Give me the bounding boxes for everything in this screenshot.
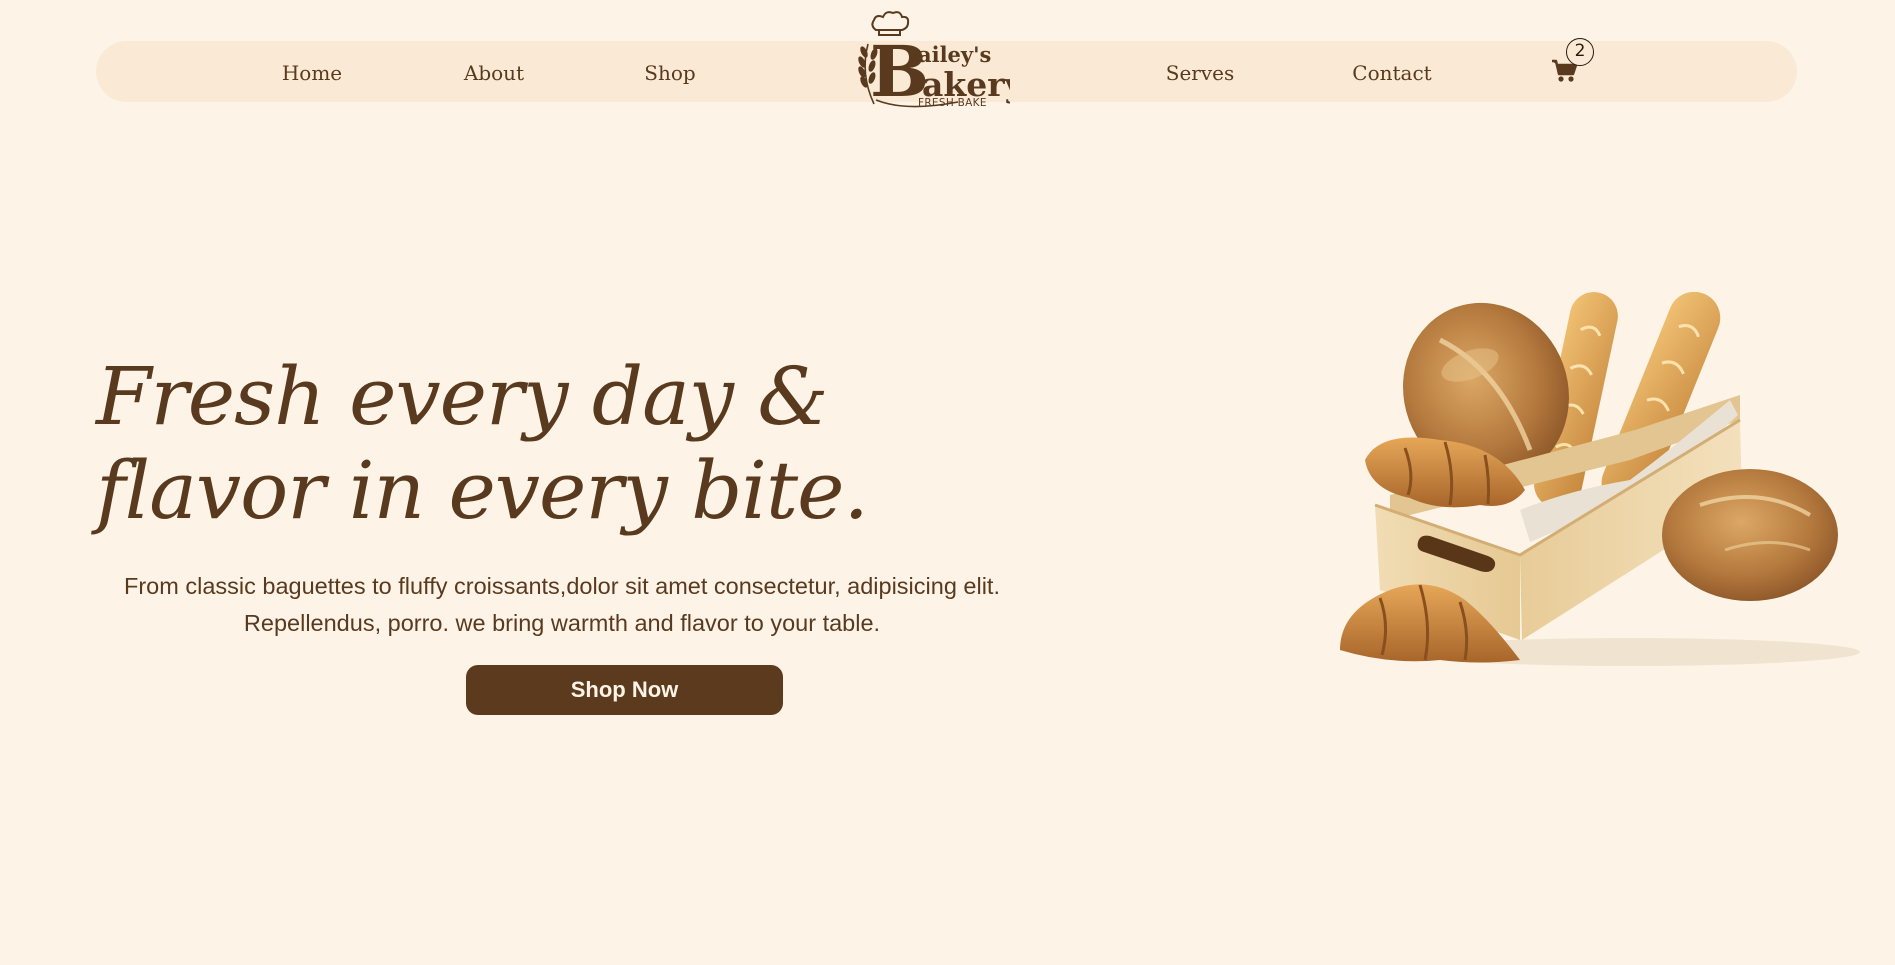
hero-title: Fresh every day & flavor in every bite. [96,350,869,537]
logo-tagline: FRESH BAKE [918,97,987,109]
nav-serves-link[interactable]: Serves [1166,59,1235,87]
hero-description: From classic baguettes to fluffy croissa… [124,573,1000,636]
shop-now-button[interactable]: Shop Now [466,665,783,715]
bread-crate-image [1340,291,1860,666]
round-bread-loaf [1662,469,1838,601]
nav-home-link[interactable]: Home [282,59,342,87]
nav-about-link[interactable]: About [464,59,524,87]
cart-count-badge: 2 [1566,38,1594,66]
page: Home About Shop Serves Contact B ailey's… [0,0,1895,965]
logo-name-upper: ailey's [918,42,991,67]
nav-shop-link[interactable]: Shop [644,59,695,87]
nav-contact-link[interactable]: Contact [1352,59,1431,87]
